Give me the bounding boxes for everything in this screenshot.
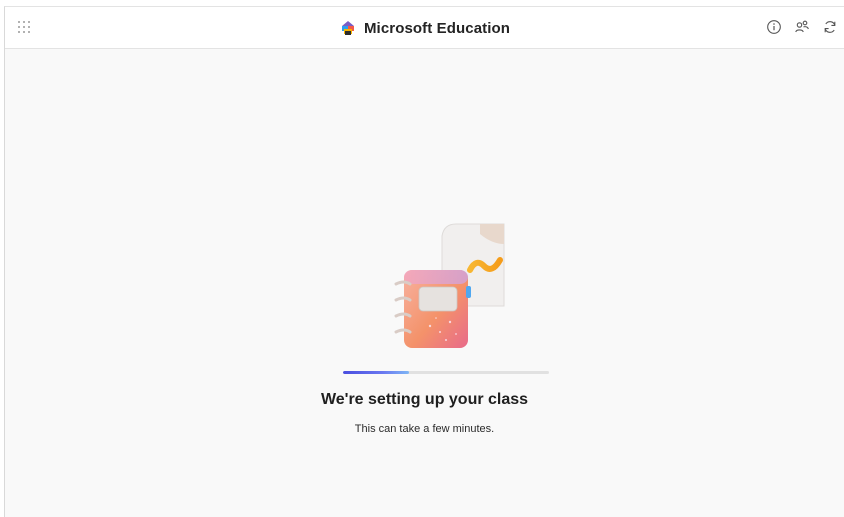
people-icon [795,20,809,33]
brand: Microsoft Education [5,7,844,49]
info-button[interactable] [764,17,784,37]
app-title: Microsoft Education [363,19,511,37]
notebook-illustration-icon [394,223,505,348]
status-subtitle: This can take a few minutes. [354,423,495,435]
header-actions [764,17,840,37]
class-setup-illustration [384,214,514,349]
refresh-button[interactable] [820,17,840,37]
status-title: We're setting up your class [320,391,529,408]
app-frame: Microsoft Education We're setting up you… [4,6,844,517]
top-bar: Microsoft Education [5,7,844,49]
setup-progress-bar [343,371,549,374]
main-content: We're setting up your class This can tak… [5,49,844,512]
info-icon [767,20,781,34]
people-button[interactable] [792,17,812,37]
setup-progress-fill [343,371,409,374]
app-launcher-icon[interactable] [17,20,31,34]
refresh-icon [824,21,836,33]
microsoft-education-logo-icon [339,20,357,36]
